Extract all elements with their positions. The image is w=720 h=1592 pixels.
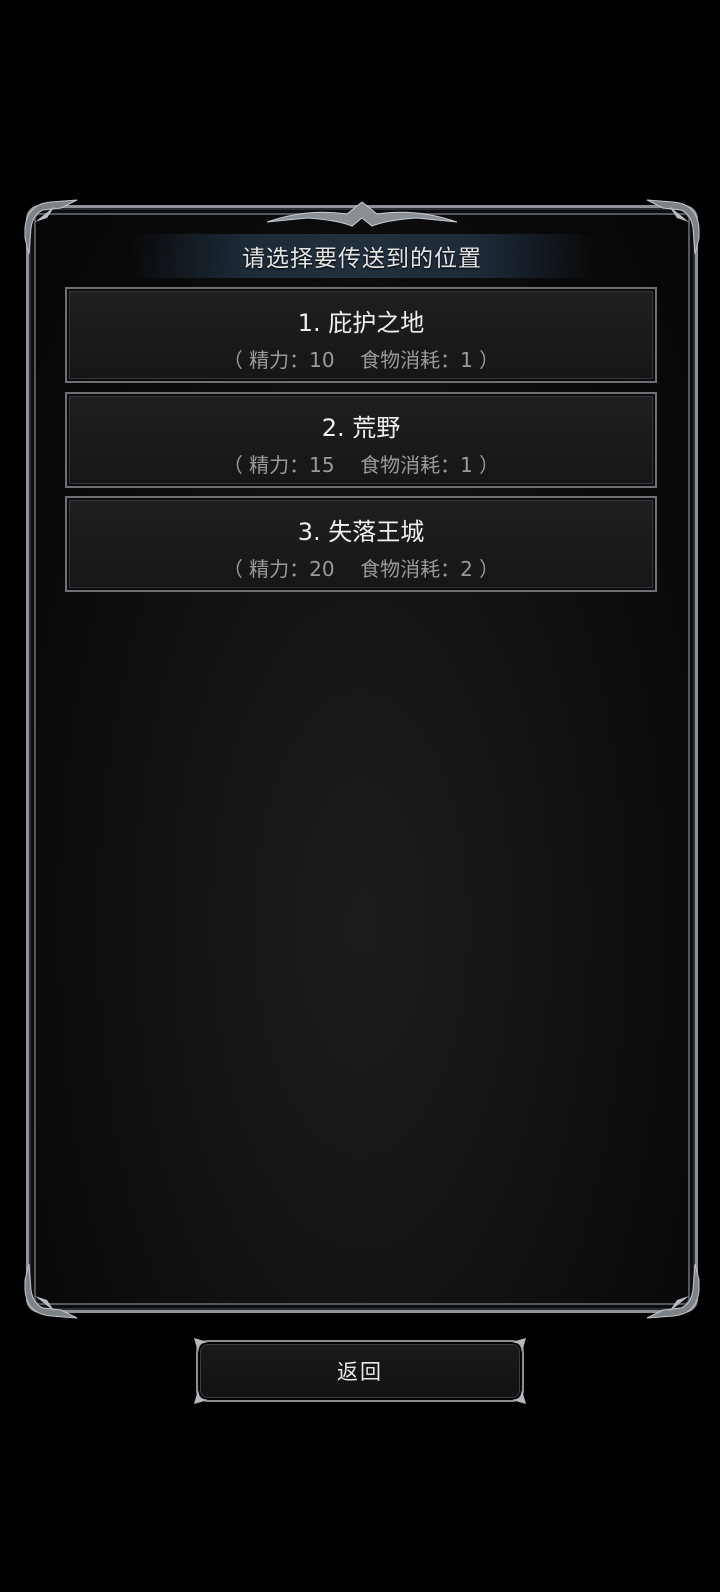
back-button-label: 返回 — [337, 1360, 383, 1384]
frame-corner-ornament — [643, 198, 703, 258]
button-corner-ornament — [192, 1336, 210, 1354]
location-option-sanctuary[interactable]: 1. 庇护之地 （ 精力：10 食物消耗：1 ） — [65, 287, 657, 383]
location-option-wilderness[interactable]: 2. 荒野 （ 精力：15 食物消耗：1 ） — [65, 392, 657, 488]
option-name: 3. 失落王城 — [297, 518, 425, 546]
frame-corner-ornament — [643, 1260, 703, 1320]
teleport-dialog: 请选择要传送到的位置 1. 庇护之地 （ 精力：10 食物消耗：1 ） 2. 荒… — [24, 199, 700, 1319]
option-name: 2. 荒野 — [321, 414, 401, 442]
title-ornament — [267, 200, 457, 230]
option-cost: （ 精力：15 食物消耗：1 ） — [222, 453, 500, 477]
option-name: 1. 庇护之地 — [297, 309, 425, 337]
option-cost: （ 精力：20 食物消耗：2 ） — [222, 557, 500, 581]
back-button[interactable]: 返回 — [194, 1338, 526, 1404]
button-corner-ornament — [192, 1388, 210, 1406]
dialog-title: 请选择要传送到的位置 — [242, 246, 482, 272]
frame-corner-ornament — [21, 198, 81, 258]
button-corner-ornament — [510, 1388, 528, 1406]
button-corner-ornament — [510, 1336, 528, 1354]
dialog-title-bar: 请选择要传送到的位置 — [129, 234, 595, 278]
frame-corner-ornament — [21, 1260, 81, 1320]
option-cost: （ 精力：10 食物消耗：1 ） — [222, 348, 500, 372]
location-option-lost-royal-city[interactable]: 3. 失落王城 （ 精力：20 食物消耗：2 ） — [65, 496, 657, 592]
